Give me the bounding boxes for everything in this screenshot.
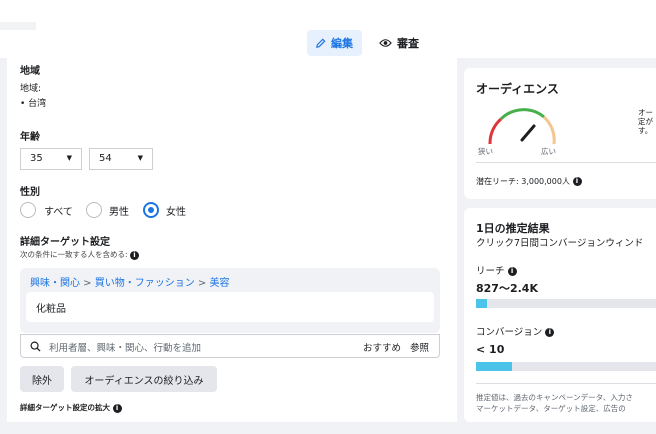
top-left-corner	[0, 22, 36, 30]
selected-interest-label: 化粧品	[36, 304, 66, 315]
gauge-narrow-label: 狭い	[478, 147, 493, 156]
conversion-label-text: コンバージョン	[476, 327, 543, 338]
breadcrumb-item-shopping[interactable]: 買い物・ファッション	[95, 278, 195, 289]
age-min-select[interactable]: 35 ▼	[20, 148, 82, 170]
narrow-audience-button-label: オーディエンスの絞り込み	[84, 375, 204, 387]
gender-label-all: すべて	[44, 207, 73, 218]
results-footnote-line-2: マーケットデータ、ターゲット設定、広告の	[476, 404, 626, 413]
gender-label-female: 女性	[166, 207, 186, 218]
age-min-value: 35	[30, 153, 43, 164]
browse-link[interactable]: 参照	[410, 340, 429, 354]
results-footnote-line-1: 推定値は、過去のキャンペーンデータ、入力さ	[476, 393, 633, 402]
info-icon[interactable]: i	[572, 177, 582, 186]
results-divider	[476, 383, 656, 384]
targeting-search-input[interactable]: 利用者層、興味・関心、行動を追加 おすすめ 参照	[20, 334, 440, 358]
gender-radio-all[interactable]	[20, 202, 36, 218]
gender-heading: 性別	[20, 187, 40, 198]
location-label: 地域:	[20, 84, 42, 94]
location-heading: 地域	[20, 66, 40, 77]
audience-title: オーディエンス	[476, 82, 559, 96]
audience-side-text-line: オー	[638, 108, 653, 117]
daily-results-card: 1日の推定結果 クリック7日間コンバージョンウィンド リーチ i 827〜2.4…	[464, 208, 656, 422]
targeting-expansion-label: 詳細ターゲット設定の拡大 i	[20, 402, 122, 413]
exclude-button-label: 除外	[32, 375, 52, 387]
search-icon	[30, 341, 41, 352]
gender-radio-female[interactable]	[143, 202, 159, 218]
daily-results-title: 1日の推定結果	[476, 222, 550, 235]
potential-reach: 潜在リーチ: 3,000,000人 i	[476, 176, 582, 187]
audience-side-text-line: 定が	[638, 117, 653, 126]
info-icon[interactable]: i	[545, 328, 555, 337]
conversion-value: < 10	[476, 343, 505, 356]
detailed-targeting-subtext-label: 次の条件に一致する人を含める:	[20, 250, 128, 259]
top-bar: 編集 審査	[0, 0, 656, 58]
conversion-bar	[476, 362, 656, 371]
reach-bar	[476, 299, 656, 308]
breadcrumb: 興味・関心 > 買い物・ファッション > 美容	[30, 278, 230, 289]
breadcrumb-item-interests[interactable]: 興味・関心	[30, 278, 80, 289]
info-icon[interactable]: i	[507, 267, 517, 276]
pencil-icon	[316, 38, 326, 48]
targeting-selection-box: 興味・関心 > 買い物・ファッション > 美容 化粧品	[20, 268, 440, 333]
audience-gauge	[488, 108, 556, 145]
conversion-bar-fill	[476, 362, 512, 371]
audience-card: オーディエンス 狭い 広い オー 定が す。 潜在リーチ: 3,000,000人…	[464, 68, 656, 199]
gauge-needle	[520, 124, 536, 142]
audience-divider	[476, 162, 656, 163]
age-max-value: 54	[99, 153, 112, 164]
tab-review[interactable]: 審査	[379, 30, 419, 56]
suggestions-link[interactable]: おすすめ	[363, 340, 401, 354]
conversion-label: コンバージョン i	[476, 324, 555, 338]
potential-reach-text: 潜在リーチ: 3,000,000人	[476, 177, 570, 186]
caret-down-icon: ▼	[137, 154, 143, 162]
gender-label-male: 男性	[109, 207, 129, 218]
eye-icon	[379, 39, 392, 47]
exclude-button[interactable]: 除外	[20, 366, 64, 392]
search-placeholder: 利用者層、興味・関心、行動を追加	[49, 343, 202, 354]
daily-results-subtitle: クリック7日間コンバージョンウィンド	[476, 238, 644, 249]
age-heading: 年齢	[20, 132, 40, 143]
reach-bar-fill	[476, 299, 487, 308]
caret-down-icon: ▼	[66, 154, 72, 162]
audience-side-text: オー 定が す。	[638, 108, 656, 135]
detailed-targeting-subtext: 次の条件に一致する人を含める: i	[20, 249, 139, 260]
age-max-select[interactable]: 54 ▼	[89, 148, 153, 170]
reach-label-text: リーチ	[476, 266, 505, 277]
info-icon[interactable]: i	[129, 250, 139, 260]
tab-edit[interactable]: 編集	[307, 30, 362, 56]
targeting-expansion-text: 詳細ターゲット設定の拡大	[20, 403, 110, 412]
audience-side-text-line: す。	[638, 126, 653, 135]
reach-value: 827〜2.4K	[476, 282, 538, 295]
gender-radio-male[interactable]	[86, 202, 102, 218]
tab-review-label: 審査	[397, 37, 419, 50]
detailed-targeting-heading: 詳細ターゲット設定	[20, 237, 110, 248]
tab-edit-label: 編集	[331, 37, 353, 50]
breadcrumb-item-beauty[interactable]: 美容	[210, 278, 230, 289]
gauge-broad-label: 広い	[541, 147, 556, 156]
selected-interest-item[interactable]: 化粧品	[26, 292, 434, 322]
info-icon[interactable]: i	[112, 403, 122, 413]
narrow-audience-button[interactable]: オーディエンスの絞り込み	[71, 366, 217, 392]
reach-label: リーチ i	[476, 263, 517, 277]
location-value: • 台湾	[20, 99, 47, 109]
